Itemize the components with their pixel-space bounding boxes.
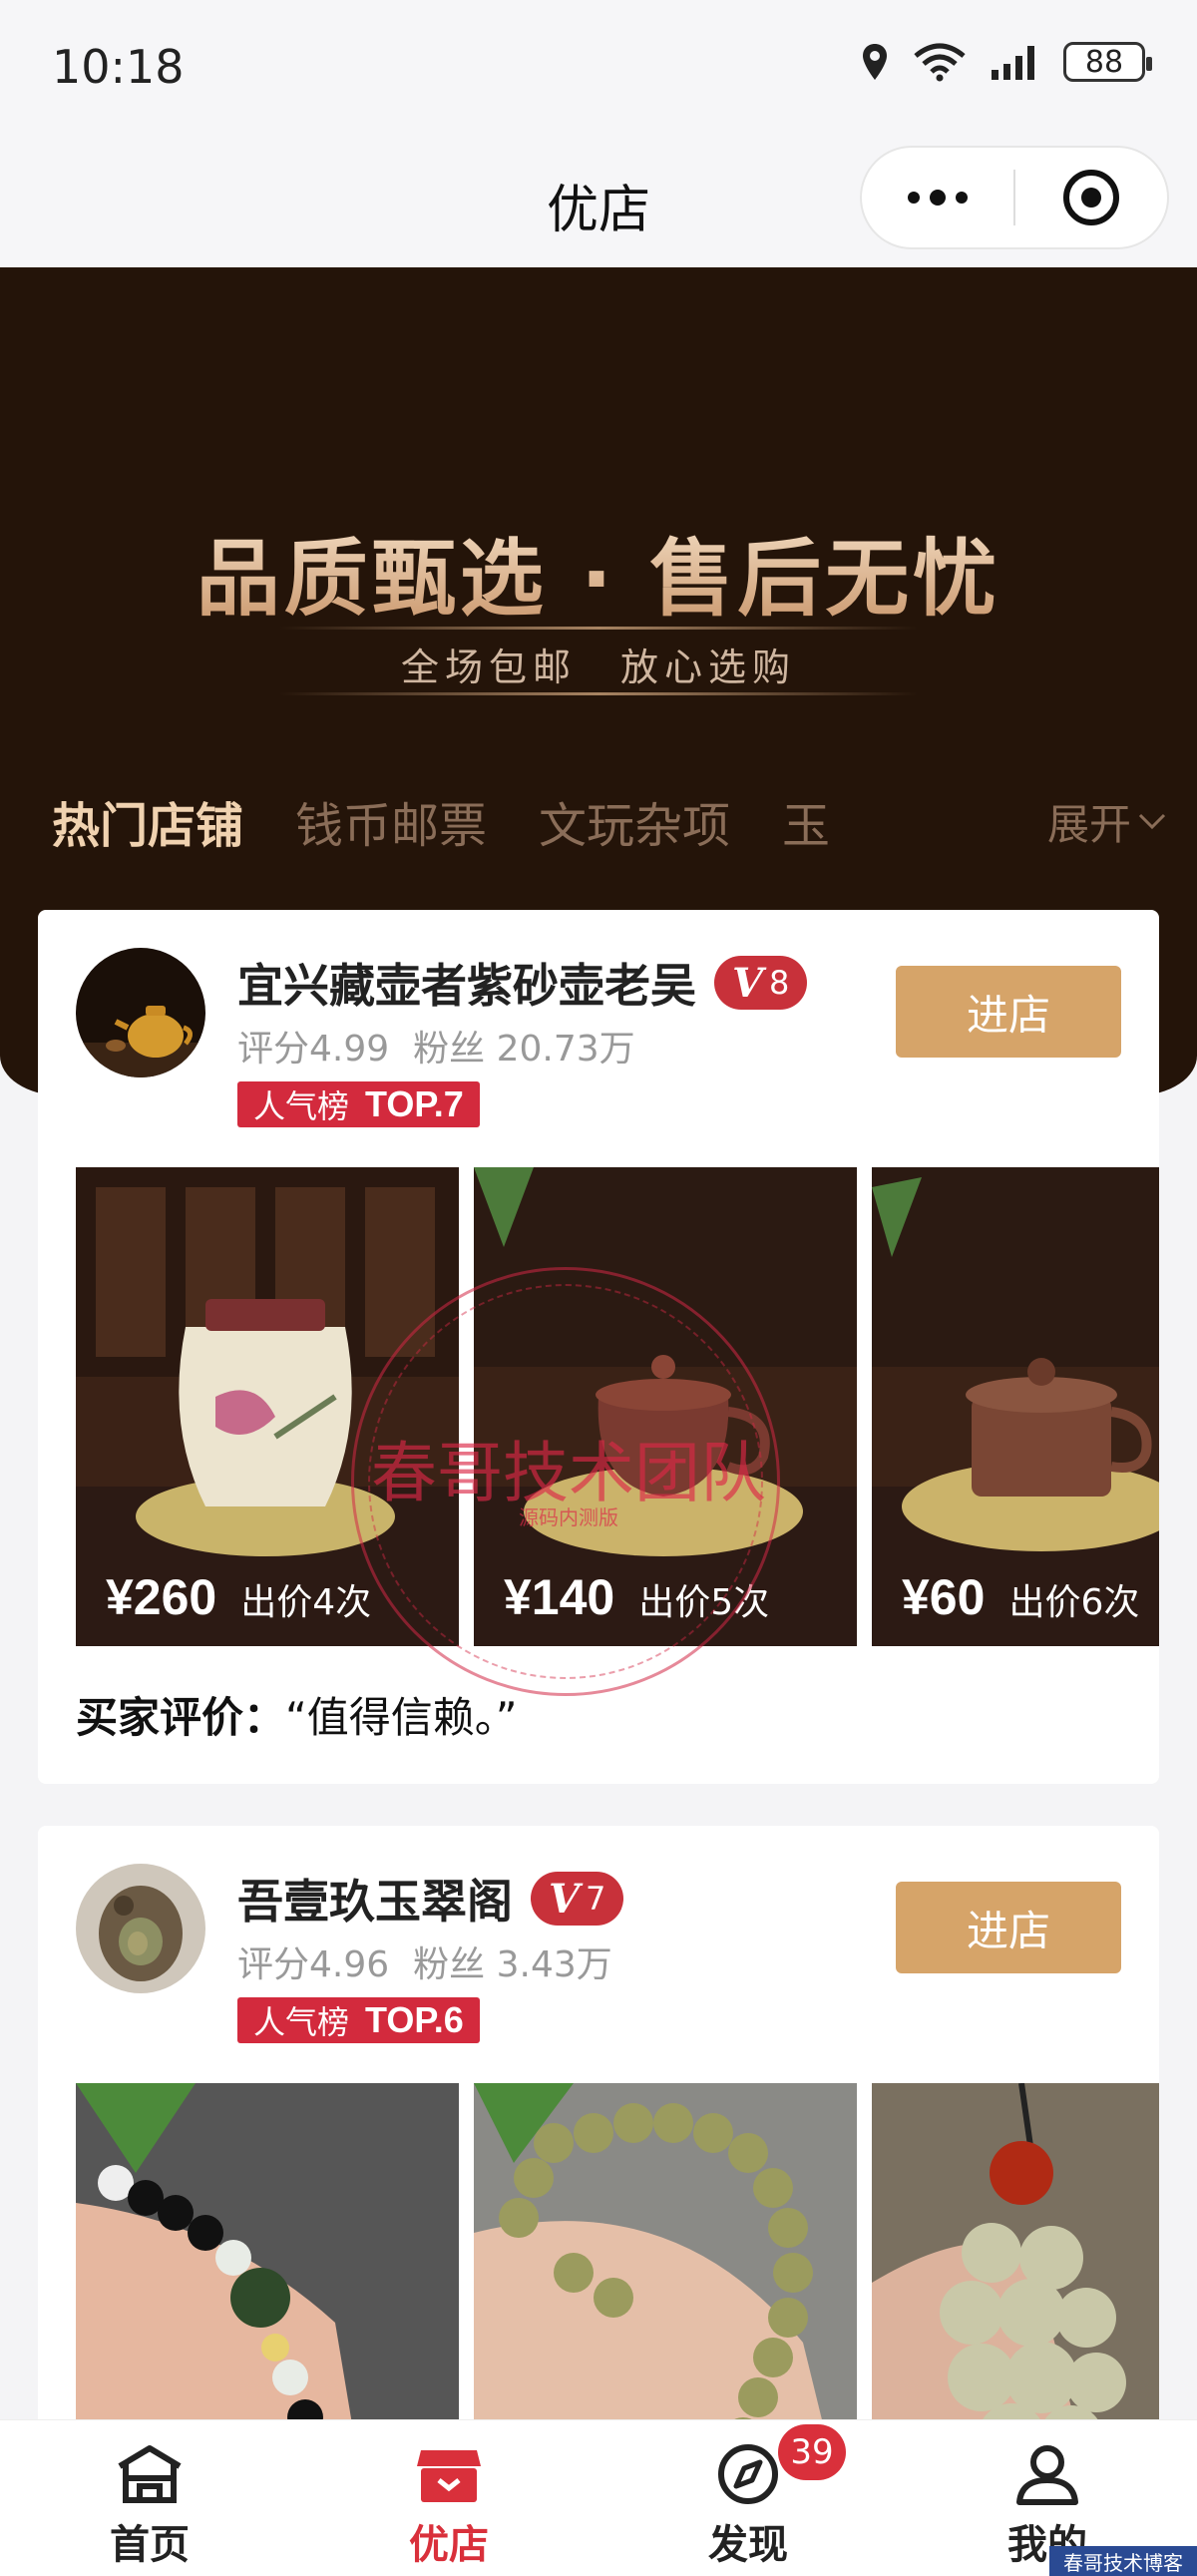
nav-label: 优店: [409, 2522, 489, 2568]
banner-subslogan: 全场包邮 放心选购: [400, 645, 796, 689]
product-price-row: ¥60 出价6次: [902, 1568, 1139, 1626]
shop-stats: 评分4.99 粉丝 20.73万: [237, 1020, 659, 1072]
shop-name[interactable]: 宜兴藏壶者紫砂壶老吴: [237, 950, 696, 1016]
tab-collectibles[interactable]: 文玩杂项: [539, 786, 730, 856]
product-price: ¥60: [902, 1569, 986, 1625]
screen: 10:18 88 优店 品质甄选 · 售后无忧 全场包邮 放心选购 热门店铺 钱: [0, 0, 1197, 2576]
chevron-down-icon: [1138, 813, 1166, 830]
product-bid-count: 出价4次: [240, 1582, 372, 1623]
product-price: ¥140: [504, 1569, 615, 1625]
notification-badge: 39: [778, 2424, 846, 2480]
expand-label: 展开: [1046, 799, 1131, 849]
shop-avatar[interactable]: [76, 948, 205, 1077]
rank-value: TOP.7: [365, 1083, 464, 1124]
shop-rating: 评分4.96: [237, 1944, 390, 1985]
shop-avatar[interactable]: [76, 1864, 205, 1993]
target-icon: [1063, 170, 1119, 225]
review-text: “值得信赖。”: [285, 1693, 518, 1742]
product-thumb[interactable]: ¥260 出价4次: [76, 1167, 459, 1646]
nav-discover[interactable]: 发现 39: [598, 2420, 898, 2576]
shop-name-row: 宜兴藏壶者紫砂壶老吴 V8: [237, 950, 808, 1016]
enter-shop-button[interactable]: 进店: [896, 1882, 1121, 1973]
expand-tabs-button[interactable]: 展开: [1047, 791, 1167, 852]
shop-name[interactable]: 吾壹玖玉翠阁: [237, 1866, 513, 1932]
rank-label: 人气榜: [253, 1087, 350, 1125]
wifi-icon: [914, 43, 966, 82]
popularity-rank-badge: 人气榜 TOP.7: [237, 1081, 480, 1127]
shop-stats: 评分4.96 粉丝 3.43万: [237, 1935, 636, 1987]
product-bid-count: 出价5次: [638, 1582, 770, 1623]
status-bar: 10:18 88: [0, 0, 1197, 140]
nav-label: 发现: [708, 2522, 788, 2568]
status-time: 10:18: [52, 40, 185, 94]
product-thumbnails: ¥260 出价4次 ¥140 出价5次 ¥60 出价6次: [76, 1167, 1159, 1646]
rank-value: TOP.6: [365, 1999, 464, 2040]
nav-shop[interactable]: 优店: [299, 2420, 598, 2576]
popularity-rank-badge: 人气榜 TOP.6: [237, 1997, 480, 2043]
tab-jade[interactable]: 玉: [782, 786, 830, 856]
signal-icon: [992, 46, 1034, 80]
shop-rating: 评分4.99: [237, 1029, 390, 1070]
corner-watermark: 春哥技术博客: [1049, 2546, 1197, 2576]
vip-level: 7: [586, 1880, 606, 1918]
shop-fans: 粉丝 20.73万: [413, 1029, 635, 1070]
battery-indicator: 88: [1063, 42, 1152, 82]
shop-fans: 粉丝 3.43万: [413, 1944, 612, 1985]
nav-home[interactable]: 首页: [0, 2420, 299, 2576]
home-icon: [118, 2445, 182, 2503]
shop-name-row: 吾壹玖玉翠阁 V7: [237, 1866, 624, 1932]
vip-level: 8: [769, 964, 790, 1002]
location-icon: [863, 44, 887, 80]
review-label: 买家评价：: [76, 1693, 286, 1742]
banner-divider-top: [279, 627, 918, 630]
enter-shop-button[interactable]: 进店: [896, 966, 1121, 1058]
product-thumb[interactable]: ¥60 出价6次: [872, 1167, 1159, 1646]
shop-card[interactable]: 宜兴藏壶者紫砂壶老吴 V8 评分4.99 粉丝 20.73万 人气榜 TOP.7 …: [38, 910, 1159, 1784]
tab-hot-shops[interactable]: 热门店铺: [52, 786, 243, 856]
compass-icon: [718, 2444, 778, 2504]
user-icon: [1016, 2445, 1078, 2505]
more-icon: [908, 190, 968, 206]
vip-level-badge: V7: [531, 1872, 624, 1926]
product-price: ¥260: [106, 1569, 217, 1625]
title-bar: 优店: [0, 140, 1197, 267]
banner-slogan: 品质甄选 · 售后无忧: [0, 512, 1197, 633]
status-icons: 88: [860, 42, 1152, 82]
close-miniprogram-button[interactable]: [1015, 148, 1167, 247]
category-tabs: 热门店铺 钱币邮票 文玩杂项 玉 展开: [0, 766, 1197, 876]
buyer-review: 买家评价：“值得信赖。”: [76, 1684, 518, 1745]
rank-label: 人气榜: [253, 2003, 350, 2041]
banner-divider-bottom: [279, 692, 918, 695]
product-thumb[interactable]: ¥140 出价5次: [474, 1167, 857, 1646]
bottom-navigation: 首页 优店 发现 39 我的: [0, 2419, 1197, 2576]
product-price-row: ¥260 出价4次: [106, 1568, 371, 1626]
shop-icon: [417, 2450, 481, 2502]
more-button[interactable]: [862, 148, 1013, 247]
nav-label: 首页: [110, 2522, 190, 2568]
tab-coins-stamps[interactable]: 钱币邮票: [295, 786, 487, 856]
vip-level-badge: V8: [714, 956, 808, 1010]
miniprogram-capsule: [860, 146, 1169, 249]
product-bid-count: 出价6次: [1008, 1582, 1140, 1623]
product-price-row: ¥140 出价5次: [504, 1568, 769, 1626]
